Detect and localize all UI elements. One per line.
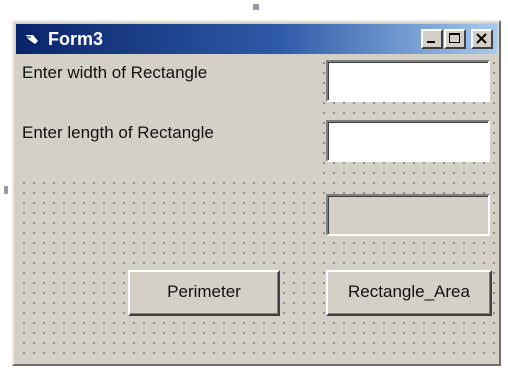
rectangle-area-button[interactable]: Rectangle_Area xyxy=(326,270,492,316)
width-label: Enter width of Rectangle xyxy=(22,62,320,118)
resize-handle-top[interactable] xyxy=(253,4,259,10)
length-input[interactable] xyxy=(326,120,490,162)
title-bar[interactable]: Form3 xyxy=(16,24,497,54)
close-button[interactable] xyxy=(471,29,493,49)
resize-handle-left[interactable] xyxy=(4,186,8,194)
result-output[interactable] xyxy=(326,194,490,236)
maximize-button[interactable] xyxy=(444,29,466,49)
minimize-button[interactable] xyxy=(421,29,443,49)
perimeter-button[interactable]: Perimeter xyxy=(128,270,280,316)
form-client-area: Enter width of Rectangle Enter length of… xyxy=(16,54,497,362)
window-title: Form3 xyxy=(48,29,104,49)
form-window: Form3 Enter width of Rectangle Enter len… xyxy=(12,20,501,366)
length-label: Enter length of Rectangle xyxy=(22,122,320,178)
width-input[interactable] xyxy=(326,60,490,102)
form-icon xyxy=(24,32,40,46)
